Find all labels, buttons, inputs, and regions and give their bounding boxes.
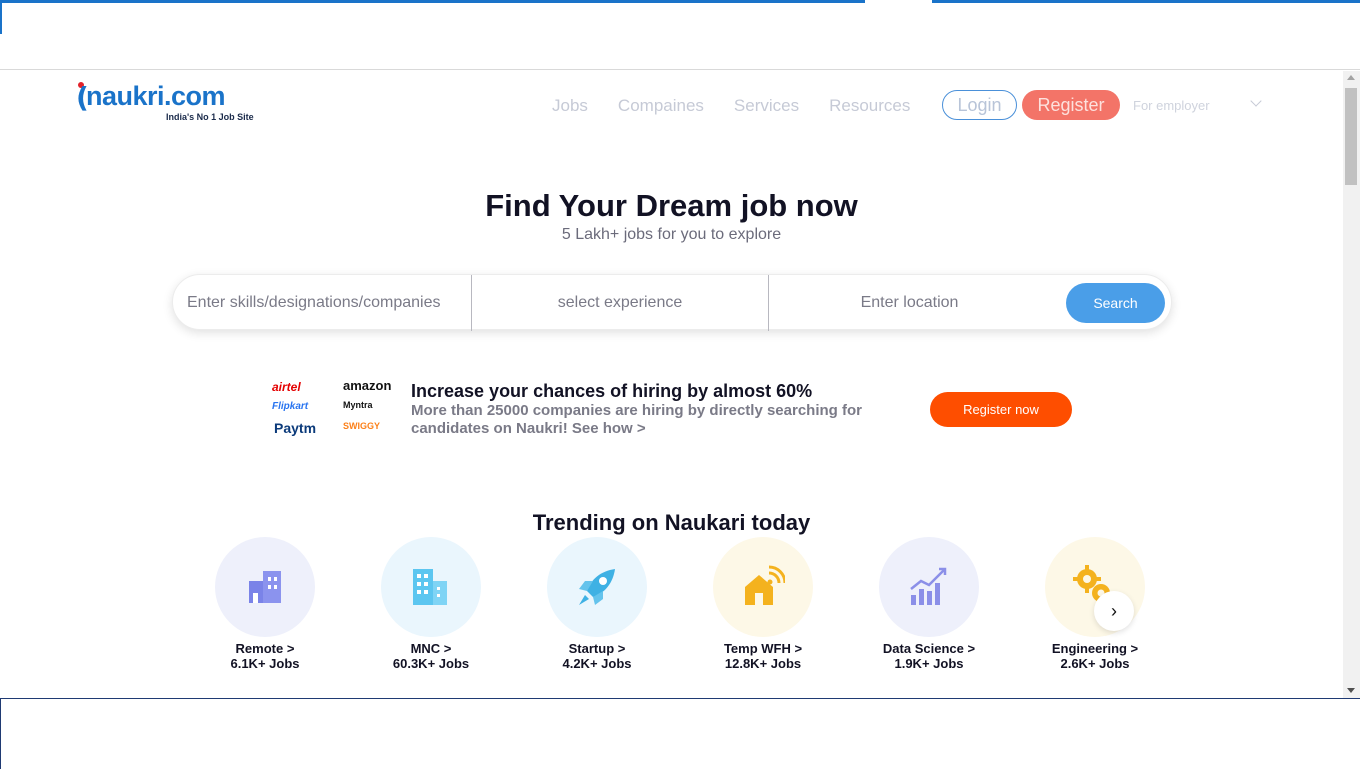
amazon-logo: amazon [343, 378, 392, 393]
frame-edge [0, 699, 1, 769]
vertical-scrollbar[interactable] [1343, 71, 1360, 698]
flipkart-logo: Flipkart [272, 401, 309, 412]
logo-tagline: India's No 1 Job Site [166, 112, 254, 122]
trend-label: Data Science > [882, 641, 976, 656]
trend-label: Engineering > [1051, 641, 1139, 656]
rocket-icon [579, 569, 615, 605]
loading-bar [0, 0, 865, 3]
trend-card-data-science[interactable]: Data Science > 1.9K+ Jobs [859, 537, 999, 671]
logo-text: naukri.com [86, 81, 226, 111]
chart-icon [910, 567, 947, 605]
trend-card-mnc[interactable]: MNC > 60.3K+ Jobs [361, 537, 501, 671]
trend-jobs-count: 12.8K+ Jobs [724, 656, 802, 671]
trend-icon-circle [547, 537, 647, 637]
nav-services[interactable]: Services [734, 96, 799, 116]
frame-edge [0, 0, 2, 34]
nav-jobs[interactable]: Jobs [552, 96, 588, 116]
trend-label: Remote > [235, 641, 295, 656]
office-tower-icon [413, 569, 447, 605]
promo-description[interactable]: More than 25000 companies are hiring by … [411, 402, 911, 438]
experience-select[interactable]: select experience [471, 275, 768, 331]
chevron-right-icon: › [1111, 600, 1117, 621]
loading-bar-right [932, 0, 1360, 3]
browser-bottom-frame [0, 698, 1360, 769]
building-icon [249, 571, 281, 603]
promo-title: Increase your chances of hiring by almos… [411, 381, 813, 401]
myntra-logo: Myntra [343, 400, 373, 410]
home-wifi-icon [745, 565, 785, 605]
trend-jobs-count: 6.1K+ Jobs [230, 656, 300, 671]
trend-icon-circle [713, 537, 813, 637]
trend-jobs-count: 60.3K+ Jobs [392, 656, 470, 671]
trending-title: Trending on Naukari today [532, 510, 811, 535]
chevron-down-icon[interactable] [1250, 95, 1262, 107]
trend-label: Startup > [568, 641, 626, 656]
for-employer-dropdown[interactable]: For employer [1133, 98, 1210, 113]
carousel-next-button[interactable]: › [1094, 591, 1134, 631]
swiggy-logo: SWIGGY [343, 421, 381, 431]
hero-title: Find Your Dream job now [485, 188, 858, 223]
nav-companies[interactable]: Compaines [618, 96, 704, 116]
scroll-thumb[interactable] [1345, 88, 1357, 185]
browser-top-frame [0, 0, 1360, 70]
location-input[interactable]: Enter location [768, 275, 1050, 331]
scroll-up-arrow-icon[interactable] [1347, 75, 1355, 80]
paytm-logo: Paytm [274, 420, 317, 436]
trend-label: Temp WFH > [723, 641, 803, 656]
trend-card-temp-wfh[interactable]: Temp WFH > 12.8K+ Jobs [693, 537, 833, 671]
trend-card-remote[interactable]: Remote > 6.1K+ Jobs [195, 537, 335, 671]
page-viewport: ( naukri.com India's No 1 Job Site Jobs … [0, 71, 1343, 698]
trend-jobs-count: 1.9K+ Jobs [894, 656, 964, 671]
search-bar: Enter skills/designations/companies sele… [172, 274, 1172, 331]
trend-jobs-count: 4.2K+ Jobs [562, 656, 632, 671]
trend-icon-circle [879, 537, 979, 637]
trend-icon-circle [381, 537, 481, 637]
main-nav: Jobs Compaines Services Resources Login … [552, 90, 1262, 121]
trend-jobs-count: 2.6K+ Jobs [1060, 656, 1130, 671]
register-button[interactable]: Register [1022, 90, 1120, 120]
trend-card-startup[interactable]: Startup > 4.2K+ Jobs [527, 537, 667, 671]
register-now-button[interactable]: Register now [930, 392, 1072, 427]
search-button[interactable]: Search [1066, 283, 1165, 323]
airtel-logo: airtel [272, 380, 301, 394]
hero-subtitle: 5 Lakh+ jobs for you to explore [561, 226, 782, 243]
trend-label: MNC > [410, 641, 452, 656]
login-button[interactable]: Login [942, 90, 1017, 120]
skills-input[interactable]: Enter skills/designations/companies [187, 275, 471, 331]
employer-promo-banner: airtel amazon Flipkart Myntra Paytm SWIG… [270, 374, 1080, 444]
trend-icon-circle [215, 537, 315, 637]
naukri-logo[interactable]: ( naukri.com India's No 1 Job Site [76, 80, 266, 122]
scroll-down-arrow-icon[interactable] [1347, 688, 1355, 693]
nav-resources[interactable]: Resources [829, 96, 910, 116]
